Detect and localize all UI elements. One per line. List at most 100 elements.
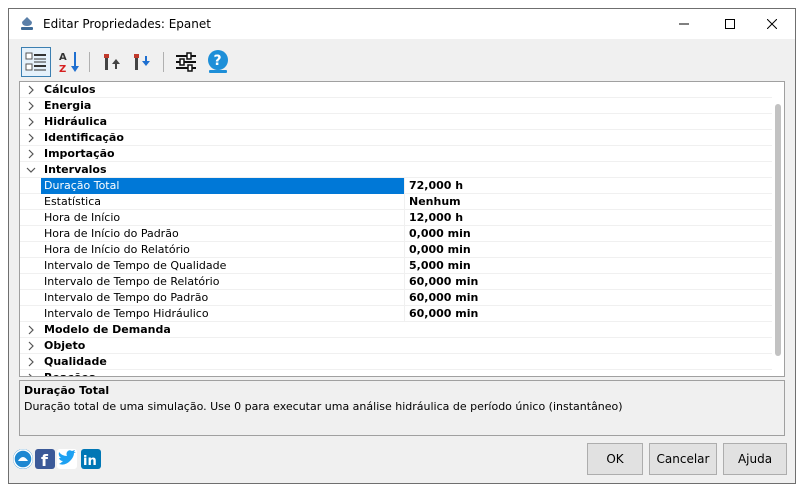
category-label: Reações [44, 371, 95, 376]
category-row[interactable]: Importação [20, 146, 773, 162]
property-name[interactable]: Hora de Início [41, 210, 405, 226]
web-link[interactable] [13, 449, 33, 469]
sort-az-icon: A Z [59, 52, 79, 74]
app-icon [21, 17, 33, 30]
help-icon: ? [208, 50, 228, 73]
sort-az-button[interactable]: A Z [55, 47, 85, 77]
description-text: Duração total de uma simulação. Use 0 pa… [24, 400, 623, 413]
category-row[interactable]: Objeto [20, 338, 773, 354]
category-row[interactable]: Qualidade [20, 354, 773, 370]
property-name[interactable]: Intervalo de Tempo do Padrão [41, 290, 405, 306]
move-up-icon [104, 54, 120, 70]
property-name[interactable]: Intervalo de Tempo de Relatório [41, 274, 405, 290]
property-row[interactable]: Hora de Início 12,000 h [20, 210, 773, 226]
expand-chevron-icon[interactable] [26, 149, 36, 159]
category-label: Importação [44, 147, 115, 160]
facebook-icon: f [41, 451, 49, 470]
property-row[interactable]: Intervalo de Tempo do Padrão 60,000 min [20, 290, 773, 306]
svg-text:Z: Z [59, 64, 66, 74]
description-title: Duração Total [24, 384, 110, 397]
category-label: Energia [44, 99, 92, 112]
category-row[interactable]: Hidráulica [20, 114, 773, 130]
property-row[interactable]: Hora de Início do Padrão 0,000 min [20, 226, 773, 242]
expand-chevron-icon[interactable] [26, 341, 36, 351]
facebook-link[interactable]: f [35, 449, 55, 470]
svg-text:?: ? [214, 53, 222, 69]
move-down-icon [134, 54, 150, 70]
property-value[interactable]: 12,000 h [409, 210, 463, 225]
svg-text:A: A [59, 52, 67, 63]
category-label: Hidráulica [44, 115, 108, 128]
svg-text:f: f [41, 451, 49, 469]
svg-text:in: in [83, 454, 97, 469]
property-row[interactable]: Intervalo de Tempo de Qualidade 5,000 min [20, 258, 773, 274]
property-row[interactable]: Intervalo de Tempo Hidráulico 60,000 min [20, 306, 773, 322]
properties-dialog: Editar Propriedades: Epanet A Z ? Cálcul… [8, 8, 796, 484]
move-up-button[interactable] [97, 47, 127, 77]
window-title: Editar Propriedades: Epanet [43, 17, 211, 31]
category-row[interactable]: Identificação [20, 130, 773, 146]
category-row[interactable]: Modelo de Demanda [20, 322, 773, 338]
property-name[interactable]: Estatística [41, 194, 405, 210]
property-value[interactable]: 0,000 min [409, 242, 471, 257]
category-row[interactable]: Intervalos [20, 162, 773, 178]
collapse-chevron-icon[interactable] [26, 165, 36, 175]
categorized-view-button[interactable] [21, 47, 51, 77]
maximize-icon [725, 19, 735, 29]
property-row[interactable]: Duração Total 72,000 h [20, 178, 773, 194]
maximize-button[interactable] [707, 9, 753, 39]
description-panel: Duração Total Duração total de uma simul… [19, 380, 785, 436]
close-icon [767, 19, 777, 29]
property-value[interactable]: 5,000 min [409, 258, 471, 273]
linkedin-icon: in [83, 454, 97, 469]
property-name[interactable]: Hora de Início do Relatório [41, 242, 405, 258]
property-value[interactable]: 0,000 min [409, 226, 471, 241]
category-label: Qualidade [44, 355, 107, 368]
property-value[interactable]: 60,000 min [409, 306, 478, 321]
web-icon [13, 449, 33, 469]
expand-chevron-icon[interactable] [26, 85, 36, 95]
cancel-button[interactable]: Cancelar [649, 443, 717, 475]
title-bar: Editar Propriedades: Epanet [9, 9, 795, 39]
expand-chevron-icon[interactable] [26, 117, 36, 127]
ok-button[interactable]: OK [587, 443, 643, 475]
property-name[interactable]: Hora de Início do Padrão [41, 226, 405, 242]
close-button[interactable] [749, 9, 795, 39]
help-text-button[interactable]: Ajuda [723, 443, 787, 475]
minimize-icon [679, 23, 689, 25]
expand-chevron-icon[interactable] [26, 133, 36, 143]
property-value[interactable]: Nenhum [409, 194, 461, 209]
help-button[interactable]: ? [203, 47, 233, 77]
minimize-button[interactable] [661, 9, 707, 39]
property-name[interactable]: Duração Total [41, 178, 405, 194]
property-name[interactable]: Intervalo de Tempo de Qualidade [41, 258, 405, 274]
category-row[interactable]: Cálculos [20, 82, 773, 98]
twitter-icon [58, 450, 76, 465]
category-label: Modelo de Demanda [44, 323, 171, 336]
category-label: Objeto [44, 339, 86, 352]
linkedin-link[interactable]: in [81, 449, 101, 469]
category-label: Identificação [44, 131, 124, 144]
move-down-button[interactable] [127, 47, 157, 77]
category-label: Cálculos [44, 83, 96, 96]
property-value[interactable]: 60,000 min [409, 290, 478, 305]
category-label: Intervalos [44, 163, 107, 176]
property-value[interactable]: 60,000 min [409, 274, 478, 289]
twitter-link[interactable] [57, 449, 77, 469]
property-value[interactable]: 72,000 h [409, 178, 463, 193]
scrollbar-thumb[interactable] [775, 104, 781, 356]
expand-chevron-icon[interactable] [26, 357, 36, 367]
category-row[interactable]: Reações [20, 370, 773, 376]
vertical-scrollbar[interactable] [772, 82, 784, 376]
property-name[interactable]: Intervalo de Tempo Hidráulico [41, 306, 405, 322]
settings-button[interactable] [171, 47, 201, 77]
expand-chevron-icon[interactable] [26, 325, 36, 335]
expand-chevron-icon[interactable] [26, 101, 36, 111]
categorized-view-icon [25, 52, 46, 71]
property-row[interactable]: Hora de Início do Relatório 0,000 min [20, 242, 773, 258]
category-row[interactable]: Energia [20, 98, 773, 114]
property-row[interactable]: Estatística Nenhum [20, 194, 773, 210]
property-rows: Cálculos Energia Hidráulica Identificação Im… [20, 82, 773, 376]
property-row[interactable]: Intervalo de Tempo de Relatório 60,000 mi… [20, 274, 773, 290]
expand-chevron-icon[interactable] [26, 373, 36, 376]
